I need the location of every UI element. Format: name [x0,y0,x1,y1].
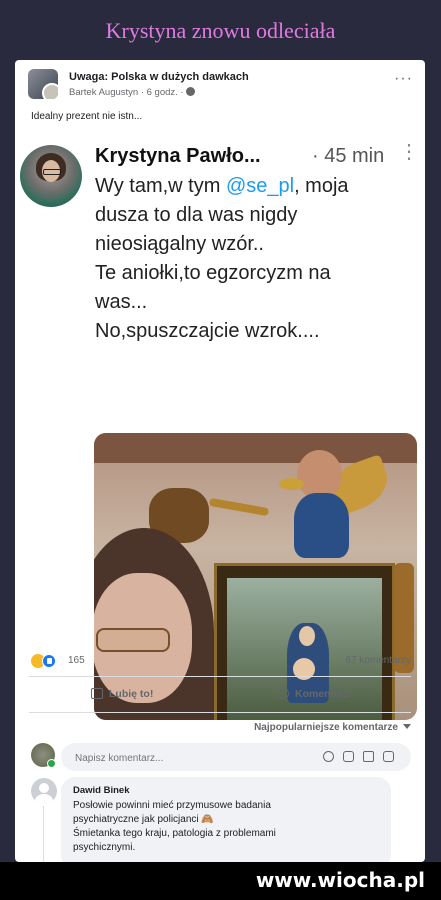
comment-thread-line [43,806,44,862]
globe-icon [185,87,195,96]
comment-sort-dropdown[interactable]: Najpopularniejsze komentarze [254,722,411,733]
online-status-dot [47,759,56,768]
chevron-down-icon [403,724,411,729]
comment-text: Posłowie powinni mieć przymusowe badania… [73,800,276,853]
comment-bubble-icon [277,688,289,699]
tweet-mention: @se_pl [225,175,295,197]
divider [29,712,411,713]
post-actions: Lubię to! Komentarz [15,682,425,710]
facebook-post-card: Uwaga: Polska w dużych dawkach Bartek Au… [15,60,425,862]
more-options-icon[interactable]: ··· [394,70,413,88]
tweet-more-icon: ⋮ [399,141,419,163]
tweet-screenshot[interactable]: Krystyna Pawło... · 45 min ⋮ Wy tam,w ty… [15,135,425,720]
banner-title: Krystyna znowu odleciała [105,18,336,43]
post-meta: Bartek Augustyn · 6 godz. · [69,87,195,98]
comment-bubble: Dawid Binek Posłowie powinni mieć przymu… [61,777,391,862]
current-user-avatar[interactable] [31,743,56,768]
reactions-bar: 165 67 komentarzy [15,652,425,672]
comment-input[interactable] [73,743,307,773]
tweet-author-name: Krystyna Pawło... [95,145,261,167]
divider [29,676,411,677]
gif-icon[interactable] [363,751,374,762]
post-text: Idealny prezent nie istn... [31,111,143,122]
camera-icon[interactable] [343,751,354,762]
comment-input-box[interactable] [61,743,411,773]
comment-count[interactable]: 67 komentarzy [345,655,411,666]
comment-author[interactable]: Dawid Binek [73,785,130,796]
comment-button[interactable]: Komentarz [277,688,349,700]
reaction-count[interactable]: 165 [68,655,85,666]
reaction-icons[interactable] [31,654,61,668]
watermark-bar: www.wiocha.pl [0,862,441,900]
site-watermark: www.wiocha.pl [255,868,425,892]
group-avatar[interactable] [28,69,58,99]
sticker-icon[interactable] [383,751,394,762]
like-reaction-icon [42,654,56,668]
commenter-avatar[interactable] [31,778,57,804]
post-author-time[interactable]: Bartek Augustyn · 6 godz. · [69,87,184,98]
tweet-avatar [20,145,82,207]
thumbs-up-icon [91,688,103,699]
like-button[interactable]: Lubię to! [91,688,153,700]
post-header: Uwaga: Polska w dużych dawkach Bartek Au… [15,60,425,110]
tweet-body: Wy tam,w tym @se_pl, moja dusza to dla w… [95,175,349,342]
emoji-icon[interactable] [323,751,334,762]
tweet-time: · 45 min [312,145,385,167]
group-name[interactable]: Uwaga: Polska w dużych dawkach [69,71,249,83]
